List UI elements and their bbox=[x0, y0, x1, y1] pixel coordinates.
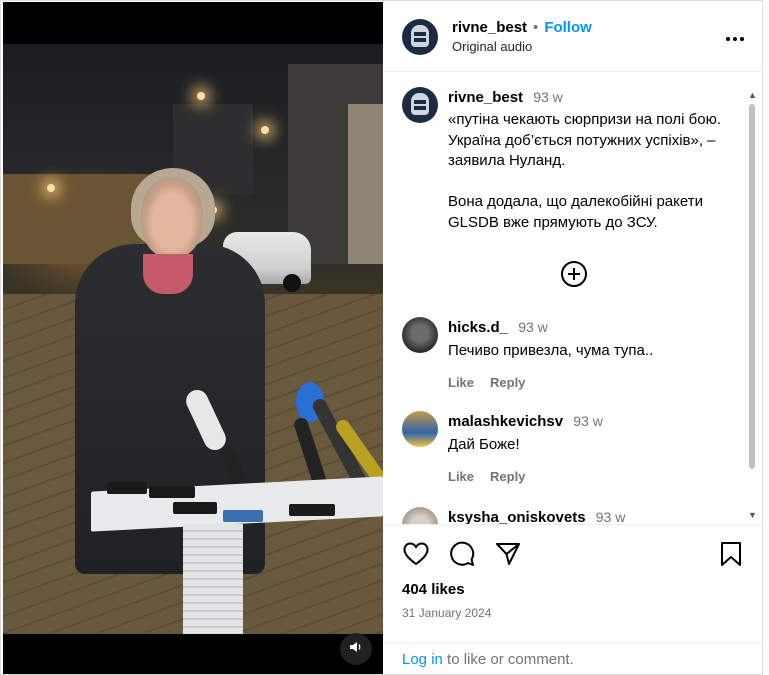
scrollbar-thumb[interactable] bbox=[749, 104, 755, 469]
author-username[interactable]: rivne_best bbox=[452, 19, 527, 36]
separator-dot: • bbox=[533, 19, 539, 36]
reply-comment-button[interactable]: Reply bbox=[490, 469, 525, 484]
login-prompt: Log in to like or comment. bbox=[384, 643, 763, 675]
like-comment-button[interactable]: Like bbox=[448, 375, 474, 390]
bookmark-icon[interactable] bbox=[717, 540, 745, 568]
comment-item: malashkevichsv 93 w Дай Боже! Like Reply bbox=[402, 411, 742, 484]
author-avatar[interactable] bbox=[402, 18, 438, 55]
like-comment-button[interactable]: Like bbox=[448, 469, 474, 484]
post-footer: 404 likes 31 January 2024 Log in to like… bbox=[384, 524, 763, 674]
caption-avatar[interactable] bbox=[402, 87, 438, 123]
video-player[interactable] bbox=[3, 2, 383, 674]
comments-scroll-area[interactable]: rivne_best 93 w «путіна чекають сюрпризи… bbox=[384, 73, 763, 524]
more-horizontal-icon bbox=[725, 25, 745, 47]
action-bar bbox=[384, 525, 763, 583]
post-dialog: rivne_best • Follow Original audio rivne… bbox=[0, 0, 763, 675]
caption-text: «путіна чекають сюрпризи на полі бою. Ук… bbox=[448, 111, 722, 231]
heart-icon[interactable] bbox=[402, 540, 430, 568]
commenter-avatar[interactable] bbox=[402, 317, 438, 353]
post-header: rivne_best • Follow Original audio bbox=[384, 2, 763, 72]
commenter-avatar[interactable] bbox=[402, 507, 438, 524]
post-caption: rivne_best 93 w «путіна чекають сюрпризи… bbox=[384, 73, 763, 233]
scrollbar[interactable]: ▲ ▼ bbox=[748, 90, 757, 522]
reply-comment-button[interactable]: Reply bbox=[490, 375, 525, 390]
follow-button[interactable]: Follow bbox=[544, 19, 592, 36]
comment-item: hicks.d_ 93 w Печиво привезла, чума тупа… bbox=[402, 317, 742, 390]
volume-button[interactable] bbox=[340, 633, 372, 665]
share-icon[interactable] bbox=[494, 540, 522, 568]
commenter-avatar[interactable] bbox=[402, 411, 438, 447]
commenter-username[interactable]: malashkevichsv bbox=[448, 413, 563, 430]
plus-circle-icon[interactable] bbox=[560, 261, 587, 287]
audio-link[interactable]: Original audio bbox=[452, 39, 592, 54]
comment-text: Печиво привезла, чума тупа.. bbox=[448, 342, 654, 359]
scroll-down-icon[interactable]: ▼ bbox=[748, 510, 757, 520]
commenter-username[interactable]: hicks.d_ bbox=[448, 319, 508, 336]
caption-age: 93 w bbox=[533, 89, 563, 105]
speaker-icon bbox=[349, 640, 363, 659]
video-frame bbox=[3, 44, 383, 634]
post-date: 31 January 2024 bbox=[402, 606, 492, 620]
likes-count[interactable]: 404 likes bbox=[384, 581, 763, 598]
comment-age: 93 w bbox=[595, 509, 626, 524]
login-prompt-text: to like or comment. bbox=[442, 651, 574, 668]
login-link[interactable]: Log in bbox=[402, 651, 443, 668]
caption-username[interactable]: rivne_best bbox=[448, 89, 523, 106]
comment-icon[interactable] bbox=[448, 540, 476, 568]
more-options-button[interactable] bbox=[725, 25, 745, 48]
scroll-up-icon[interactable]: ▲ bbox=[748, 90, 757, 100]
comment-text: Дай Боже! bbox=[448, 436, 520, 453]
comment-age: 93 w bbox=[573, 413, 603, 429]
comment-item: ksysha_oniskovets 93 w bbox=[402, 507, 742, 524]
comment-age: 93 w bbox=[518, 319, 548, 335]
commenter-username[interactable]: ksysha_oniskovets bbox=[448, 509, 586, 524]
post-details-panel: rivne_best • Follow Original audio rivne… bbox=[384, 2, 763, 674]
